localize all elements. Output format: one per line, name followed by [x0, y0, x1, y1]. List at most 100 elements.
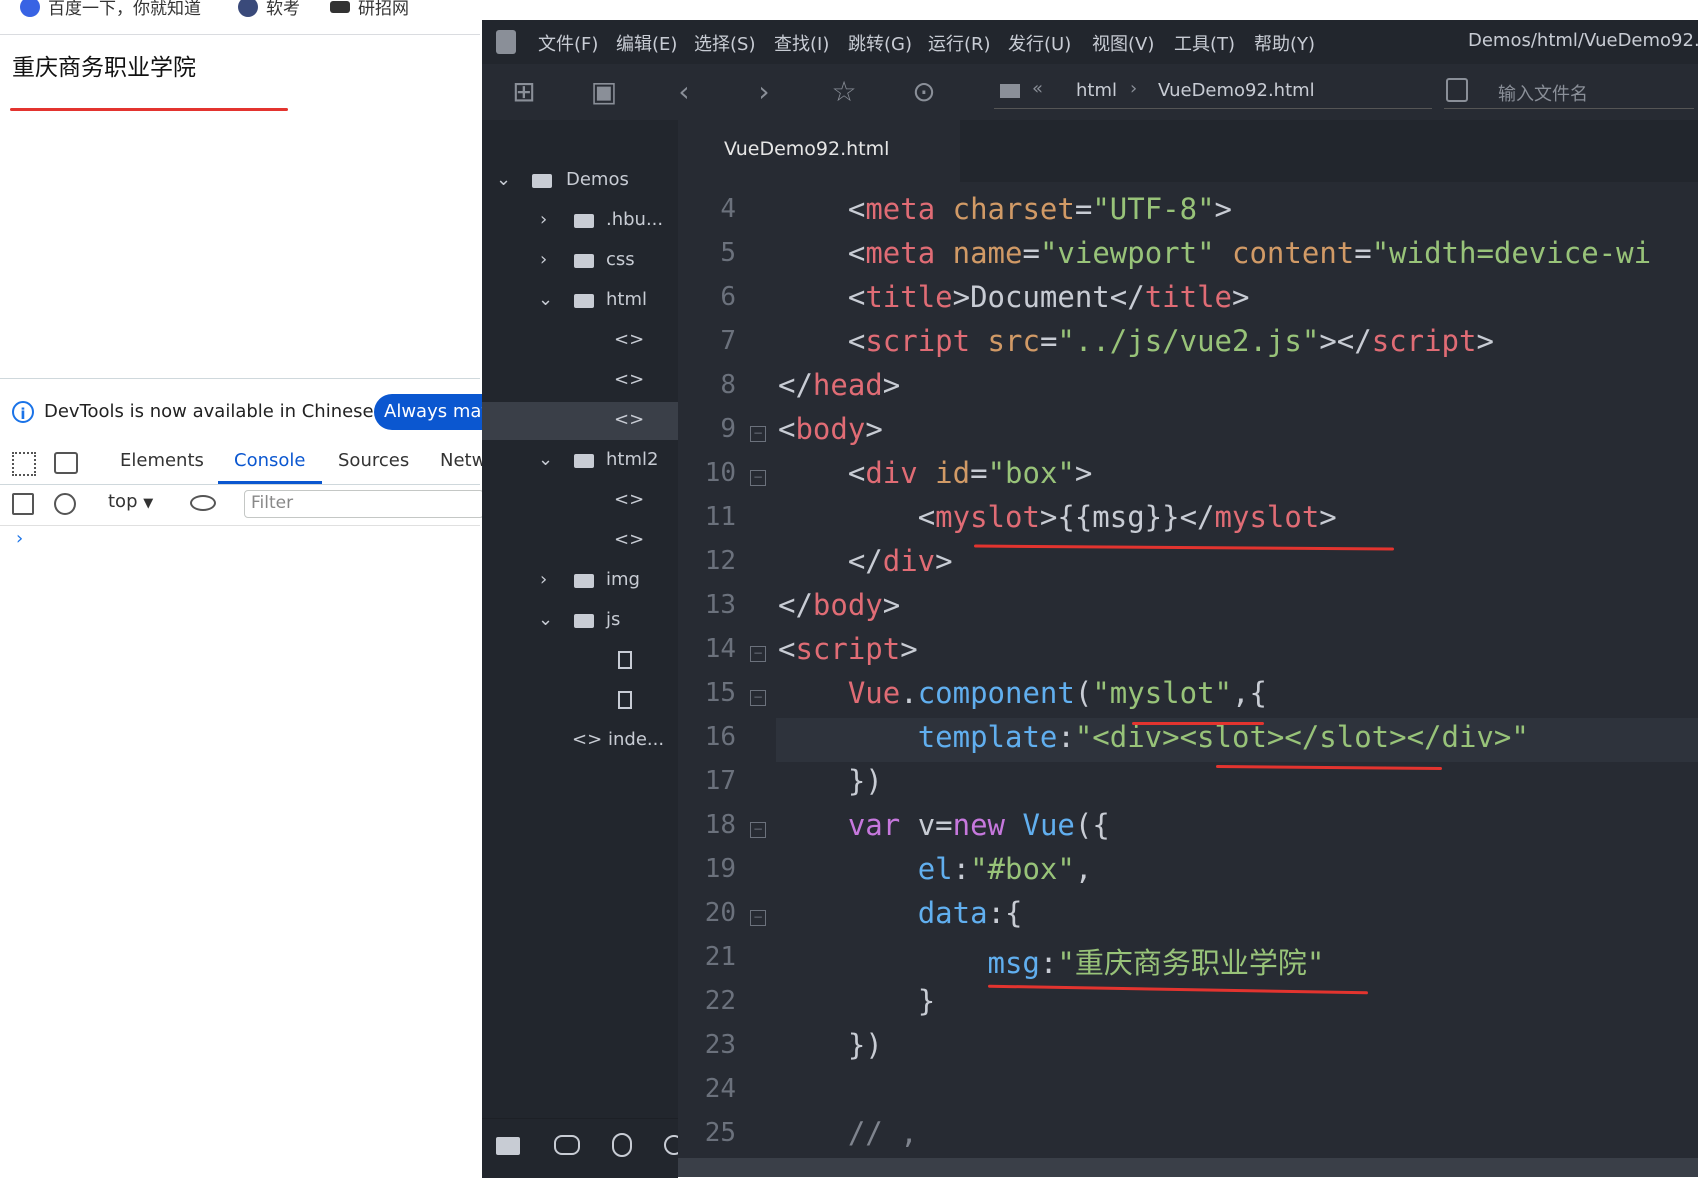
- forward-icon[interactable]: ›: [746, 74, 782, 110]
- tree-item-selected[interactable]: <>: [482, 402, 678, 440]
- line-number: 24: [704, 1074, 736, 1104]
- tree-item[interactable]: [482, 682, 678, 720]
- open-folder-icon: [574, 614, 594, 628]
- code-line: <script src="../js/vue2.js"></script>: [847, 324, 1494, 358]
- breadcrumb-item[interactable]: VueDemo92.html: [1158, 80, 1315, 101]
- line-number: 9: [720, 414, 736, 444]
- tree-item-demos[interactable]: ⌄ Demos: [482, 162, 678, 200]
- fold-toggle-icon[interactable]: −: [750, 690, 766, 706]
- tree-item[interactable]: <>: [482, 482, 678, 520]
- new-file-icon[interactable]: ⊞: [506, 74, 542, 110]
- tree-item[interactable]: <>: [482, 362, 678, 400]
- line-number: 4: [720, 194, 736, 224]
- devtools-tabs: Elements Console Sources Netw: [0, 444, 486, 485]
- menu-run[interactable]: 运行(R): [928, 30, 991, 56]
- menu-view[interactable]: 视图(V): [1092, 30, 1154, 56]
- bookmark-ruankao[interactable]: 软考: [238, 0, 300, 19]
- tree-item[interactable]: › .hbu...: [482, 202, 678, 240]
- tree-item[interactable]: <>: [482, 322, 678, 360]
- editor-tab-bar: VueDemo92.html: [678, 120, 1698, 182]
- tree-item[interactable]: [482, 642, 678, 680]
- tab-elements[interactable]: Elements: [120, 450, 204, 471]
- menu-help[interactable]: 帮助(Y): [1254, 30, 1315, 56]
- console-prompt[interactable]: ›: [16, 528, 23, 549]
- js-file-icon: [618, 651, 632, 669]
- fold-toggle-icon[interactable]: −: [750, 646, 766, 662]
- file-search-box[interactable]: 输入文件名: [1444, 74, 1694, 109]
- breadcrumb-item[interactable]: html: [1076, 80, 1117, 101]
- project-manager-icon[interactable]: [496, 1137, 520, 1155]
- line-number: 7: [720, 326, 736, 356]
- folder-icon: [574, 254, 594, 268]
- line-number: 22: [704, 986, 736, 1016]
- fold-toggle-icon[interactable]: −: [750, 910, 766, 926]
- context-selector[interactable]: top ▼: [108, 491, 153, 512]
- tree-label: html: [606, 289, 648, 310]
- red-annotation-underline: [1132, 722, 1264, 725]
- breadcrumb: « html › VueDemo92.html: [994, 74, 1432, 109]
- console-filter-input[interactable]: Filter: [244, 490, 484, 518]
- red-annotation-underline: [973, 544, 1395, 551]
- console-toolbar: top ▼ Filter: [0, 485, 484, 526]
- save-icon[interactable]: ▣: [586, 74, 622, 110]
- code-line: }): [847, 1028, 883, 1062]
- binoculars-icon[interactable]: [554, 1135, 580, 1155]
- sidebar-bottom-bar: [482, 1118, 684, 1178]
- folder-icon: [574, 214, 594, 228]
- tree-item[interactable]: <>: [482, 522, 678, 560]
- eye-icon[interactable]: [190, 495, 216, 511]
- line-number: 13: [704, 590, 736, 620]
- code-line: <script>: [778, 632, 918, 666]
- menu-select[interactable]: 选择(S): [694, 30, 755, 56]
- bookmark-baidu[interactable]: 百度一下，你就知道: [20, 0, 201, 19]
- code-line: data:{: [917, 896, 1023, 930]
- menu-goto[interactable]: 跳转(G): [848, 30, 912, 56]
- back-icon[interactable]: ‹: [666, 74, 702, 110]
- line-number: 19: [704, 854, 736, 884]
- html-file-icon: <>: [614, 369, 645, 390]
- tab-vuedemo92[interactable]: VueDemo92.html: [678, 120, 960, 182]
- search-file-icon: [1446, 78, 1468, 102]
- code-line: <meta name="viewport" content="width=dev…: [847, 236, 1652, 270]
- run-icon[interactable]: ⊙: [906, 74, 942, 110]
- line-number: 11: [704, 502, 736, 532]
- tree-label: inde...: [608, 729, 665, 750]
- tree-item[interactable]: ⌄ html2: [482, 442, 678, 480]
- tree-item[interactable]: › css: [482, 242, 678, 280]
- star-icon[interactable]: ☆: [826, 74, 862, 110]
- menu-find[interactable]: 查找(I): [774, 30, 829, 56]
- tab-sources[interactable]: Sources: [338, 450, 409, 471]
- tab-network[interactable]: Netw: [440, 450, 486, 471]
- code-editor[interactable]: 4 5 6 7 8 9 10 11 12 13 14 15 16 17 18 19 20 21 22 23 24 25 <…: [678, 182, 1698, 1162]
- code-line: msg:"重庆商务职业学院": [987, 946, 1325, 980]
- horizontal-scrollbar[interactable]: [678, 1158, 1698, 1177]
- inspect-element-icon[interactable]: [12, 452, 36, 476]
- tab-console[interactable]: Console: [234, 450, 305, 471]
- line-number: 21: [704, 942, 736, 972]
- chevron-down-icon: ⌄: [538, 449, 554, 470]
- tree-label: .hbu...: [606, 209, 664, 230]
- fold-toggle-icon[interactable]: −: [750, 822, 766, 838]
- fold-toggle-icon[interactable]: −: [750, 470, 766, 486]
- clear-console-icon[interactable]: [54, 493, 76, 515]
- tree-item[interactable]: <> inde...: [482, 722, 678, 760]
- chevron-down-icon: ⌄: [538, 289, 554, 310]
- tree-label: html2: [606, 449, 659, 470]
- sidebar-toggle-icon[interactable]: [12, 493, 34, 515]
- menu-edit[interactable]: 编辑(E): [616, 30, 677, 56]
- debug-bug-icon[interactable]: [612, 1133, 632, 1157]
- red-annotation-underline: [1215, 765, 1443, 770]
- menu-tools[interactable]: 工具(T): [1174, 30, 1235, 56]
- bookmark-yanzhao[interactable]: 研招网: [330, 0, 409, 19]
- fold-toggle-icon[interactable]: −: [750, 426, 766, 442]
- device-toolbar-icon[interactable]: [54, 452, 78, 474]
- line-number: 17: [704, 766, 736, 796]
- tree-item[interactable]: ⌄ js: [482, 602, 678, 640]
- menu-file[interactable]: 文件(F): [538, 30, 598, 56]
- chevron-right-icon: ›: [540, 569, 548, 590]
- active-tab-indicator: [218, 481, 322, 484]
- tree-item[interactable]: › img: [482, 562, 678, 600]
- tree-label: js: [606, 609, 621, 630]
- tree-item[interactable]: ⌄ html: [482, 282, 678, 320]
- menu-publish[interactable]: 发行(U): [1008, 30, 1071, 56]
